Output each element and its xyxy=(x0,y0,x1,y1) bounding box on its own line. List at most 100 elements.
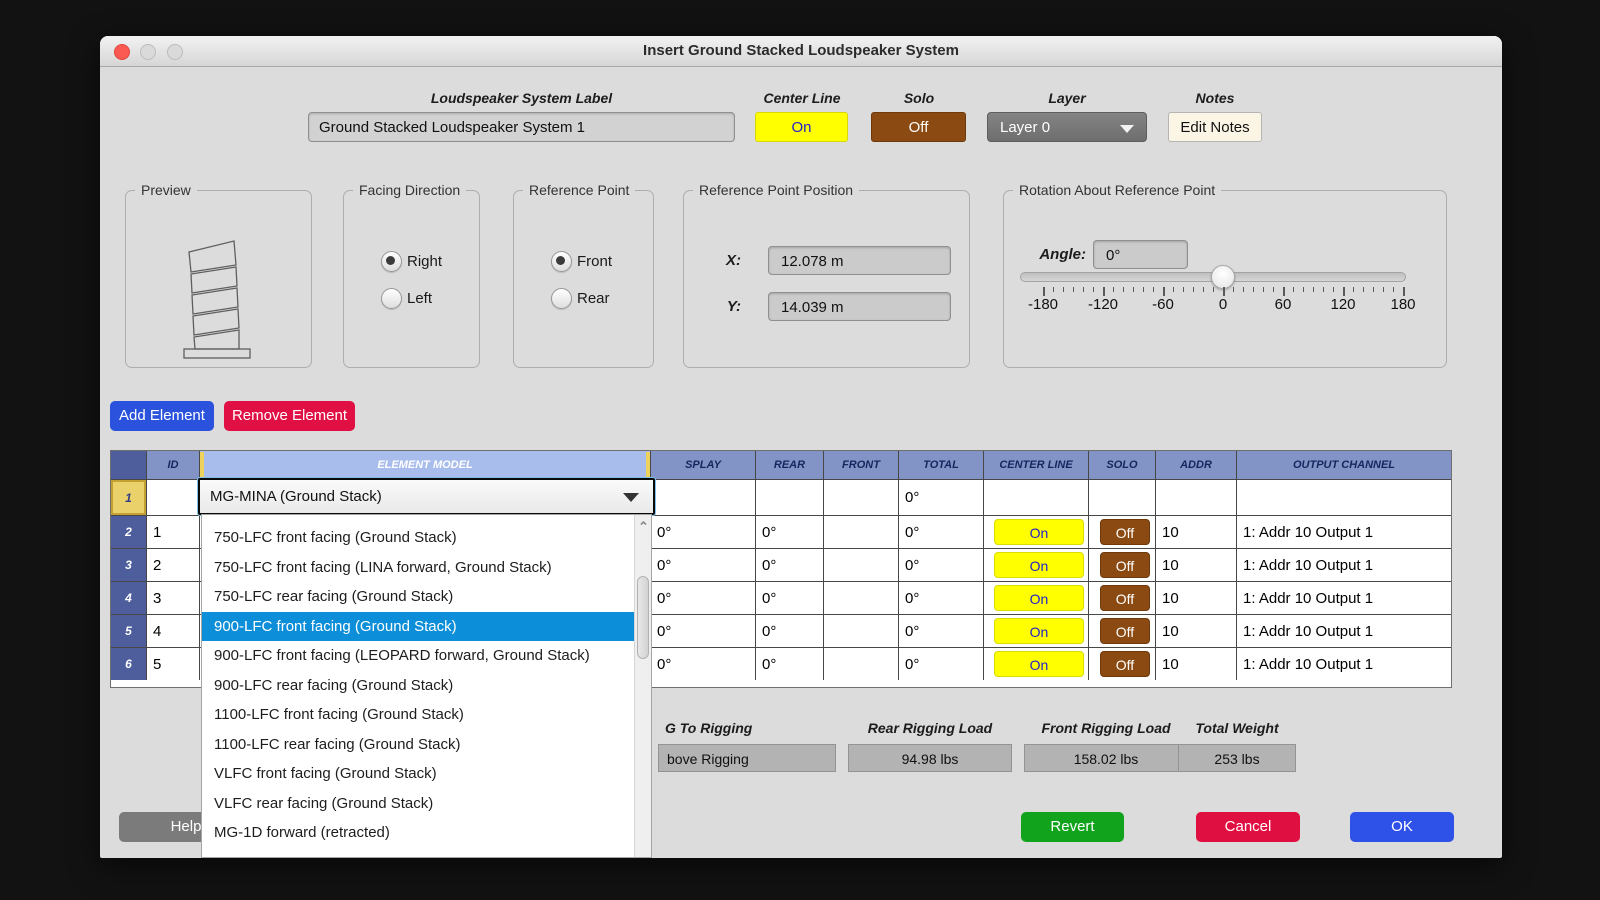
refpoint-front-radio[interactable] xyxy=(551,251,572,272)
y-position-field[interactable]: 14.039 m xyxy=(768,292,951,321)
cell-id[interactable]: 2 xyxy=(147,549,199,581)
dropdown-item[interactable]: VLFC front facing (Ground Stack) xyxy=(202,759,634,789)
center-line-on-toggle[interactable]: On xyxy=(994,651,1084,677)
center-line-on-toggle[interactable]: On xyxy=(994,552,1084,578)
cell-rear[interactable]: 0° xyxy=(756,615,823,647)
system-label-input[interactable]: Ground Stacked Loudspeaker System 1 xyxy=(308,112,735,142)
cell-front[interactable] xyxy=(824,648,898,680)
col-header-element-model[interactable]: ELEMENT MODEL xyxy=(200,451,650,479)
dropdown-item[interactable]: 750-LFC front facing (Ground Stack) xyxy=(202,523,634,553)
ok-button[interactable]: OK xyxy=(1350,812,1454,842)
cell-output-channel[interactable] xyxy=(1237,480,1451,515)
dropdown-item[interactable]: 900-LFC front facing (Ground Stack) xyxy=(202,612,634,642)
dropdown-item[interactable]: 750-LFC rear facing (Ground Stack) xyxy=(202,582,634,612)
cell-addr[interactable]: 10 xyxy=(1156,516,1236,548)
element-model-combobox[interactable]: MG-MINA (Ground Stack) xyxy=(198,478,655,515)
dropdown-item[interactable]: MG-1D forward (retracted) xyxy=(202,818,634,848)
cell-output-channel[interactable]: 1: Addr 10 Output 1 xyxy=(1237,582,1451,614)
cell-rear[interactable] xyxy=(756,480,823,515)
facing-left-label[interactable]: Left xyxy=(407,290,432,307)
dropdown-item[interactable]: 1100-LFC rear facing (Ground Stack) xyxy=(202,730,634,760)
cell-id[interactable]: 5 xyxy=(147,648,199,680)
col-header-solo[interactable]: SOLO xyxy=(1089,451,1155,479)
cell-front[interactable] xyxy=(824,480,898,515)
center-line-on-toggle[interactable]: On xyxy=(994,585,1084,611)
solo-off-toggle[interactable]: Off xyxy=(1100,552,1150,578)
revert-button[interactable]: Revert xyxy=(1021,812,1124,842)
cell-splay[interactable]: 0° xyxy=(651,549,755,581)
cell-addr[interactable] xyxy=(1156,480,1236,515)
cell-front[interactable] xyxy=(824,516,898,548)
solo-off-toggle[interactable]: Off xyxy=(1100,519,1150,545)
layer-select[interactable]: Layer 0 xyxy=(987,112,1147,142)
refpoint-rear-label[interactable]: Rear xyxy=(577,290,610,307)
center-line-on-toggle[interactable]: On xyxy=(994,618,1084,644)
refpoint-front-label[interactable]: Front xyxy=(577,253,612,270)
x-position-field[interactable]: 12.078 m xyxy=(768,246,951,275)
scroll-up-icon[interactable]: ⌃ xyxy=(636,519,651,533)
cell-output-channel[interactable]: 1: Addr 10 Output 1 xyxy=(1237,648,1451,680)
facing-right-radio[interactable] xyxy=(381,251,402,272)
cell-front[interactable] xyxy=(824,615,898,647)
col-header-center-line[interactable]: CENTER LINE xyxy=(984,451,1088,479)
solo-off-toggle[interactable]: Off xyxy=(1100,651,1150,677)
dropdown-scrollbar-thumb[interactable] xyxy=(637,576,649,659)
cell-id[interactable]: 3 xyxy=(147,582,199,614)
dropdown-item[interactable]: 900-LFC rear facing (Ground Stack) xyxy=(202,671,634,701)
center-line-toggle[interactable]: On xyxy=(755,112,848,142)
angle-field[interactable]: 0° xyxy=(1093,240,1188,269)
rotation-slider-thumb[interactable] xyxy=(1211,265,1235,289)
cell-rear[interactable]: 0° xyxy=(756,549,823,581)
dropdown-item[interactable]: 750-LFC front facing (LINA forward, Grou… xyxy=(202,553,634,583)
cell-rear[interactable]: 0° xyxy=(756,648,823,680)
dropdown-item[interactable]: VLFC rear facing (Ground Stack) xyxy=(202,789,634,819)
row-header-6[interactable]: 6 xyxy=(111,648,146,680)
cell-front[interactable] xyxy=(824,582,898,614)
cell-addr[interactable]: 10 xyxy=(1156,582,1236,614)
col-header-output-channel[interactable]: OUTPUT CHANNEL xyxy=(1237,451,1451,479)
refpoint-rear-radio[interactable] xyxy=(551,288,572,309)
cell-rear[interactable]: 0° xyxy=(756,582,823,614)
cell-front[interactable] xyxy=(824,549,898,581)
col-header-id[interactable]: ID xyxy=(147,451,199,479)
facing-left-radio[interactable] xyxy=(381,288,402,309)
cell-splay[interactable]: 0° xyxy=(651,516,755,548)
cell-splay[interactable] xyxy=(651,480,755,515)
cell-id[interactable]: 1 xyxy=(147,516,199,548)
cell-output-channel[interactable]: 1: Addr 10 Output 1 xyxy=(1237,549,1451,581)
row-header-3[interactable]: 3 xyxy=(111,549,146,581)
facing-right-label[interactable]: Right xyxy=(407,253,442,270)
edit-notes-button[interactable]: Edit Notes xyxy=(1168,112,1262,142)
cell-total[interactable]: 0° xyxy=(899,480,983,515)
cancel-button[interactable]: Cancel xyxy=(1196,812,1300,842)
cell-total[interactable]: 0° xyxy=(899,648,983,680)
add-element-button[interactable]: Add Element xyxy=(110,401,214,431)
col-header-total[interactable]: TOTAL xyxy=(899,451,983,479)
cell-total[interactable]: 0° xyxy=(899,582,983,614)
cell-addr[interactable]: 10 xyxy=(1156,648,1236,680)
col-header-rear[interactable]: REAR xyxy=(756,451,823,479)
cell-output-channel[interactable]: 1: Addr 10 Output 1 xyxy=(1237,615,1451,647)
row-header-2[interactable]: 2 xyxy=(111,516,146,548)
cell-splay[interactable]: 0° xyxy=(651,582,755,614)
cell-rear[interactable]: 0° xyxy=(756,516,823,548)
row-header-4[interactable]: 4 xyxy=(111,582,146,614)
solo-off-toggle[interactable]: Off xyxy=(1100,618,1150,644)
cell-total[interactable]: 0° xyxy=(899,516,983,548)
cell-id[interactable]: 4 xyxy=(147,615,199,647)
row-header-1[interactable]: 1 xyxy=(111,480,146,515)
cell-addr[interactable]: 10 xyxy=(1156,615,1236,647)
dropdown-scrollbar[interactable]: ⌃ xyxy=(634,515,651,857)
solo-off-toggle[interactable]: Off xyxy=(1100,585,1150,611)
dropdown-item[interactable]: 900-LFC front facing (LEOPARD forward, G… xyxy=(202,641,634,671)
col-header-splay[interactable]: SPLAY xyxy=(651,451,755,479)
col-header-addr[interactable]: ADDR xyxy=(1156,451,1236,479)
solo-toggle[interactable]: Off xyxy=(871,112,966,142)
cell-addr[interactable]: 10 xyxy=(1156,549,1236,581)
cell-output-channel[interactable]: 1: Addr 10 Output 1 xyxy=(1237,516,1451,548)
col-header-front[interactable]: FRONT xyxy=(824,451,898,479)
remove-element-button[interactable]: Remove Element xyxy=(224,401,355,431)
cell-total[interactable]: 0° xyxy=(899,615,983,647)
row-header-5[interactable]: 5 xyxy=(111,615,146,647)
cell-splay[interactable]: 0° xyxy=(651,648,755,680)
